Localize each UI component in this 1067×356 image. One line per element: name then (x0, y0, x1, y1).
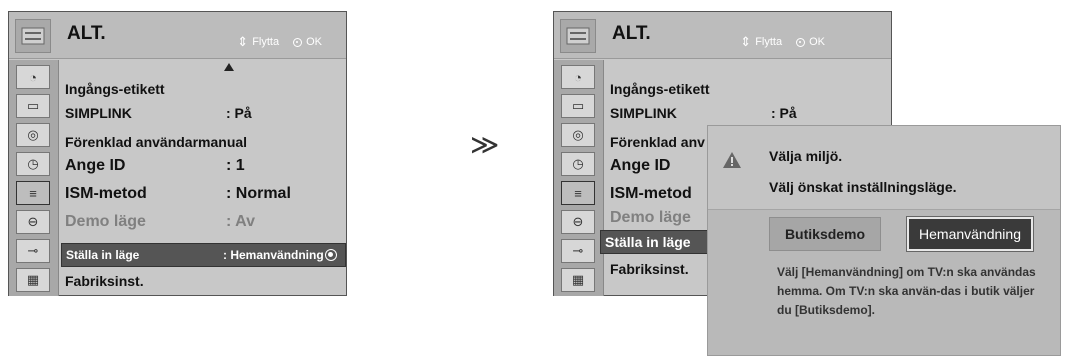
menu-item-label: Ange ID (65, 157, 126, 174)
menu-item-label: Ställa in läge (66, 248, 140, 262)
menu-title: ALT. (612, 23, 651, 44)
move-arrows-icon: ⇕ (237, 34, 249, 49)
menu-item-simplink[interactable]: SIMPLINK : På (606, 101, 891, 125)
menu-item-set-mode[interactable]: Ställa in läge : Hemanvändning (61, 243, 346, 267)
menu-item-label: Ingångs-etikett (65, 81, 165, 97)
ok-icon (796, 37, 806, 47)
menu-panel-left: ALT. ⇕ Flytta OK ◔ ▭ ◎ ◷ ≡ ⊖ ⊸ ▦ Ingångs… (8, 11, 347, 296)
menu-item-input-label[interactable]: Ingångs-etikett (61, 77, 346, 101)
monitor-icon[interactable]: ▭ (16, 94, 50, 118)
menu-item-value: : 1 (226, 157, 245, 174)
option-icon (560, 19, 596, 53)
option-icon[interactable]: ≡ (16, 181, 50, 205)
menu-item-value: : Av (226, 213, 256, 230)
home-use-button[interactable]: Hemanvändning (906, 216, 1034, 252)
warning-icon (723, 152, 741, 168)
category-sidebar: ◔ ▭ ◎ ◷ ≡ ⊖ ⊸ ▦ (554, 60, 604, 296)
menu-item-label: Ingångs-etikett (610, 81, 710, 97)
hint-move-label: Flytta (252, 36, 280, 48)
menu-item-demo-mode[interactable]: Demo läge : Av (61, 210, 346, 234)
lock-icon[interactable]: ⊖ (16, 210, 50, 234)
satellite-dish-icon[interactable]: ◔ (561, 65, 595, 89)
dialog-description: Välj [Hemanvändning] om TV:n ska använda… (777, 265, 1036, 317)
menu-item-input-label[interactable]: Ingångs-etikett (606, 77, 891, 101)
satellite-dish-icon[interactable]: ◔ (16, 65, 50, 89)
menu-item-value: : På (771, 105, 797, 121)
menu-item-label: Förenklad användarmanual (65, 134, 248, 150)
menu-item-factory-reset[interactable]: Fabriksinst. (61, 269, 346, 293)
ok-icon (293, 37, 303, 47)
hint-ok-label: OK (306, 36, 322, 48)
category-sidebar: ◔ ▭ ◎ ◷ ≡ ⊖ ⊸ ▦ (9, 60, 59, 296)
dialog-subtitle: Välj önskat inställningsläge. (769, 179, 957, 195)
option-icon[interactable]: ≡ (561, 181, 595, 205)
move-arrows-icon: ⇕ (740, 34, 752, 49)
menu-header: ALT. ⇕ Flytta OK (9, 12, 346, 59)
hint-ok-label: OK (809, 36, 825, 48)
menu-item-label: Förenklad anv (610, 134, 705, 150)
menu-item-simple-manual[interactable]: Förenklad användarmanual (61, 130, 346, 154)
shop-demo-button[interactable]: Butiksdemo (769, 217, 881, 251)
transition-arrow: ≫ (470, 129, 500, 160)
menu-item-simplink[interactable]: SIMPLINK : På (61, 101, 346, 125)
menu-header: ALT. ⇕ Flytta OK (554, 12, 891, 59)
lock-icon[interactable]: ⊖ (561, 210, 595, 234)
clock-icon[interactable]: ◷ (561, 152, 595, 176)
menu-item-value: : Hemanvändning (223, 248, 324, 262)
menu-item-label: Demo läge (65, 213, 146, 230)
input-plug-icon[interactable]: ⊸ (16, 239, 50, 263)
input-plug-icon[interactable]: ⊸ (561, 239, 595, 263)
monitor-icon[interactable]: ▭ (561, 94, 595, 118)
menu-item-label: Demo läge (610, 209, 691, 226)
menu-title: ALT. (67, 23, 106, 44)
menu-item-value: : På (226, 105, 252, 121)
speaker-icon[interactable]: ◎ (16, 123, 50, 147)
environment-dialog: Välja miljö. Välj önskat inställningsläg… (707, 125, 1061, 356)
dialog-title: Välja miljö. (769, 148, 843, 164)
menu-item-value: : Normal (226, 185, 291, 202)
nav-hint: ⇕ Flytta OK (237, 34, 322, 50)
clock-icon[interactable]: ◷ (16, 152, 50, 176)
usb-media-icon[interactable]: ▦ (561, 268, 595, 292)
hint-move-label: Flytta (755, 36, 783, 48)
menu-item-ism-method[interactable]: ISM-metod : Normal (61, 182, 346, 206)
menu-item-label: SIMPLINK (610, 105, 677, 121)
menu-item-set-id[interactable]: Ange ID : 1 (61, 154, 346, 178)
menu-item-label: Ställa in läge (605, 234, 691, 250)
usb-media-icon[interactable]: ▦ (16, 268, 50, 292)
option-icon (15, 19, 51, 53)
menu-item-label: ISM-metod (610, 185, 692, 202)
scroll-up-icon[interactable] (224, 63, 234, 71)
dialog-header: Välja miljö. Välj önskat inställningsläg… (708, 126, 1060, 210)
menu-item-label: Fabriksinst. (610, 261, 689, 277)
menu-item-label: ISM-metod (65, 185, 147, 202)
ok-icon (325, 249, 337, 261)
menu-item-label: SIMPLINK (65, 105, 132, 121)
nav-hint: ⇕ Flytta OK (740, 34, 825, 50)
menu-item-label: Fabriksinst. (65, 273, 144, 289)
speaker-icon[interactable]: ◎ (561, 123, 595, 147)
menu-item-label: Ange ID (610, 157, 671, 174)
